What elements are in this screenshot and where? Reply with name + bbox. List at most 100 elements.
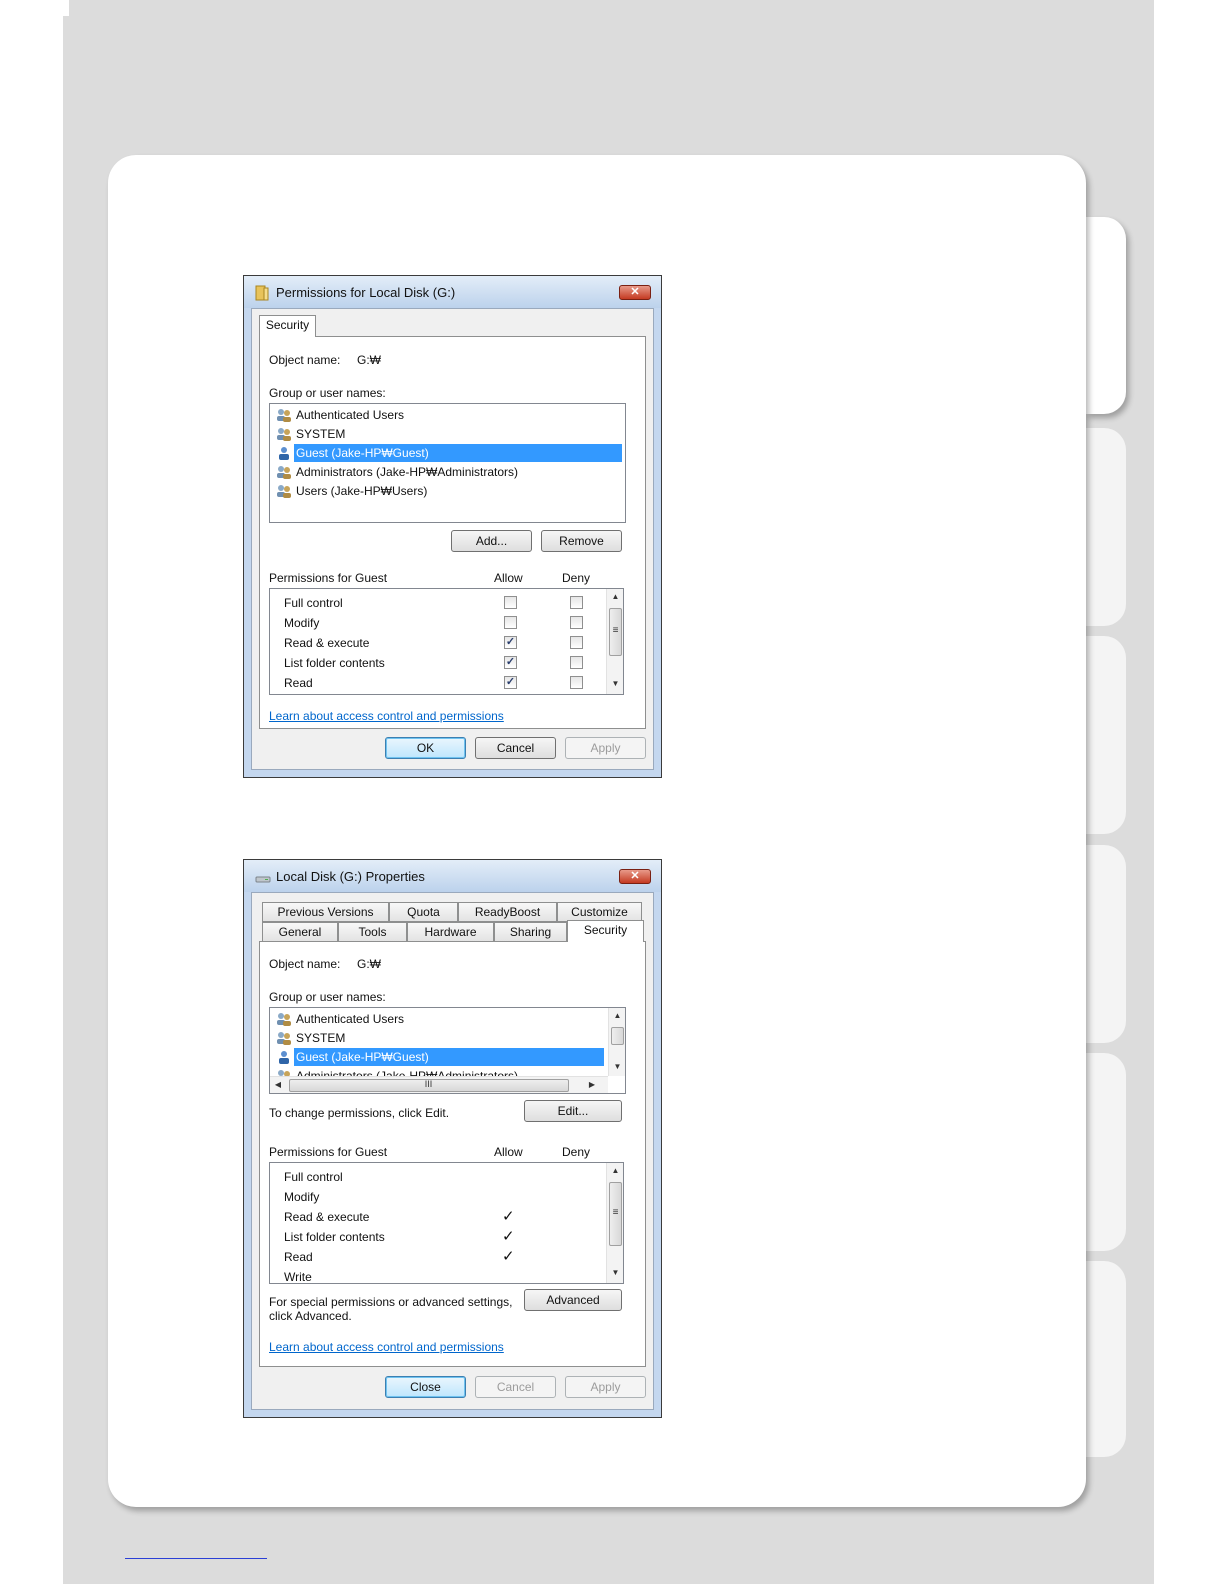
special-permissions-text-2: click Advanced. xyxy=(269,1309,352,1323)
user-name: Administrators (Jake-HP₩Administrators) xyxy=(296,1069,519,1076)
tab-panel: Object name: G:₩ Group or user names: Au… xyxy=(259,941,646,1367)
list-item[interactable]: Administrators (Jake-HP₩Administrators) xyxy=(274,463,622,481)
tab-hardware[interactable]: Hardware xyxy=(407,922,494,942)
edit-button[interactable]: Edit... xyxy=(524,1100,622,1122)
users-group-icon xyxy=(277,428,291,441)
allow-checkbox[interactable] xyxy=(504,616,517,629)
user-name: Guest (Jake-HP₩Guest) xyxy=(296,446,429,460)
permission-name: Write xyxy=(284,1270,312,1284)
vertical-scrollbar[interactable]: ▲ ≡ ▼ xyxy=(606,589,623,694)
window-title: Permissions for Local Disk (G:) xyxy=(276,285,456,300)
list-item[interactable]: SYSTEM xyxy=(274,425,622,443)
deny-checkbox[interactable] xyxy=(570,596,583,609)
vertical-scrollbar[interactable]: ▲ ▼ xyxy=(608,1008,625,1076)
group-label: Group or user names: xyxy=(269,386,386,400)
tab-sharing[interactable]: Sharing xyxy=(494,922,567,942)
add-button[interactable]: Add... xyxy=(451,530,532,552)
user-icon xyxy=(279,1051,289,1064)
permissions-list[interactable]: Full control Modify Read & execute ✓ Lis… xyxy=(269,588,624,695)
side-tab-active[interactable] xyxy=(1086,217,1126,414)
scroll-up-icon[interactable]: ▲ xyxy=(607,1166,623,1175)
side-tab-6[interactable] xyxy=(1086,1261,1126,1457)
allow-header: Allow xyxy=(494,571,523,585)
object-name-value: G:₩ xyxy=(357,957,381,971)
title-bar: Permissions for Local Disk (G:) ✕ xyxy=(244,276,661,308)
tab-tools[interactable]: Tools xyxy=(338,922,407,942)
apply-button[interactable]: Apply xyxy=(565,1376,646,1398)
allow-checkbox-checked[interactable]: ✓ xyxy=(504,636,517,649)
scroll-right-icon[interactable]: ▶ xyxy=(586,1080,598,1089)
title-bar: Local Disk (G:) Properties ✕ xyxy=(244,860,661,892)
tab-previous-versions[interactable]: Previous Versions xyxy=(262,902,389,922)
close-button[interactable]: ✕ xyxy=(619,285,651,300)
user-list[interactable]: Authenticated Users SYSTEM Guest (Jake-H… xyxy=(269,403,626,523)
list-item[interactable]: Authenticated Users xyxy=(274,406,622,424)
side-tab-4[interactable] xyxy=(1086,845,1126,1043)
group-label: Group or user names: xyxy=(269,990,386,1004)
list-item[interactable]: Administrators (Jake-HP₩Administrators) xyxy=(274,1067,604,1076)
cancel-button[interactable]: Cancel xyxy=(475,737,556,759)
tab-security[interactable]: Security xyxy=(259,315,316,337)
deny-checkbox[interactable] xyxy=(570,676,583,689)
apply-button[interactable]: Apply xyxy=(565,737,646,759)
cancel-button[interactable]: Cancel xyxy=(475,1376,556,1398)
scroll-down-icon[interactable]: ▼ xyxy=(607,679,623,688)
allow-checkbox-checked[interactable]: ✓ xyxy=(504,676,517,689)
permission-name: Read xyxy=(284,676,313,690)
allow-check-icon: ✓ xyxy=(502,1228,515,1245)
permission-name: Read xyxy=(284,1250,313,1264)
user-name: Guest (Jake-HP₩Guest) xyxy=(296,1050,429,1064)
advanced-button[interactable]: Advanced xyxy=(524,1289,622,1311)
user-name: Administrators (Jake-HP₩Administrators) xyxy=(296,465,519,479)
user-name: SYSTEM xyxy=(296,427,346,441)
side-tab-2[interactable] xyxy=(1086,428,1126,626)
tab-customize[interactable]: Customize xyxy=(557,902,642,922)
list-item[interactable]: Guest (Jake-HP₩Guest) xyxy=(274,1048,604,1066)
scroll-thumb[interactable] xyxy=(611,1027,624,1045)
special-permissions-text: For special permissions or advanced sett… xyxy=(269,1295,513,1309)
scroll-left-icon[interactable]: ◀ xyxy=(272,1080,284,1089)
horizontal-scrollbar[interactable]: ◀ III ▶ xyxy=(270,1076,608,1093)
tab-quota[interactable]: Quota xyxy=(389,902,458,922)
ok-button[interactable]: OK xyxy=(385,737,466,759)
close-dialog-button[interactable]: Close xyxy=(385,1376,466,1398)
permissions-header: Permissions for Guest xyxy=(269,571,388,585)
scroll-down-icon[interactable]: ▼ xyxy=(607,1268,623,1277)
scroll-up-icon[interactable]: ▲ xyxy=(609,1011,625,1020)
list-item[interactable]: Users (Jake-HP₩Users) xyxy=(274,482,622,500)
deny-checkbox[interactable] xyxy=(570,616,583,629)
close-button[interactable]: ✕ xyxy=(619,869,651,884)
deny-checkbox[interactable] xyxy=(570,636,583,649)
vertical-scrollbar[interactable]: ▲ ≡ ▼ xyxy=(606,1163,623,1283)
user-icon xyxy=(279,447,289,460)
permission-name: Read & execute xyxy=(284,1210,370,1224)
deny-header: Deny xyxy=(562,571,591,585)
scroll-up-icon[interactable]: ▲ xyxy=(607,592,623,601)
list-item[interactable]: Authenticated Users xyxy=(274,1010,604,1028)
deny-checkbox[interactable] xyxy=(570,656,583,669)
users-group-icon xyxy=(278,1070,290,1076)
scroll-down-icon[interactable]: ▼ xyxy=(609,1062,625,1071)
permission-name: List folder contents xyxy=(284,656,385,670)
allow-check-icon: ✓ xyxy=(502,1208,515,1225)
user-name: SYSTEM xyxy=(296,1031,346,1045)
user-name: Users (Jake-HP₩Users) xyxy=(296,484,428,498)
drive-icon xyxy=(255,876,271,883)
tab-readyboost[interactable]: ReadyBoost xyxy=(458,902,557,922)
allow-checkbox-checked[interactable]: ✓ xyxy=(504,656,517,669)
learn-access-link[interactable]: Learn about access control and permissio… xyxy=(269,709,504,723)
side-tab-3[interactable] xyxy=(1086,636,1126,834)
remove-button[interactable]: Remove xyxy=(541,530,622,552)
learn-access-link[interactable]: Learn about access control and permissio… xyxy=(269,1340,504,1354)
object-name-label: Object name: xyxy=(269,957,341,971)
side-tab-5[interactable] xyxy=(1086,1053,1126,1251)
list-item[interactable]: SYSTEM xyxy=(274,1029,604,1047)
tab-general[interactable]: General xyxy=(262,922,338,942)
dialog-body: Previous Versions Quota ReadyBoost Custo… xyxy=(251,892,654,1410)
allow-checkbox[interactable] xyxy=(504,596,517,609)
list-item[interactable]: Guest (Jake-HP₩Guest) xyxy=(274,444,622,462)
object-name-value: G:₩ xyxy=(357,353,381,367)
object-name-label: Object name: xyxy=(269,353,341,367)
tab-security[interactable]: Security xyxy=(567,920,644,942)
user-list[interactable]: Authenticated Users SYSTEM Guest (Jake-H… xyxy=(269,1007,626,1094)
